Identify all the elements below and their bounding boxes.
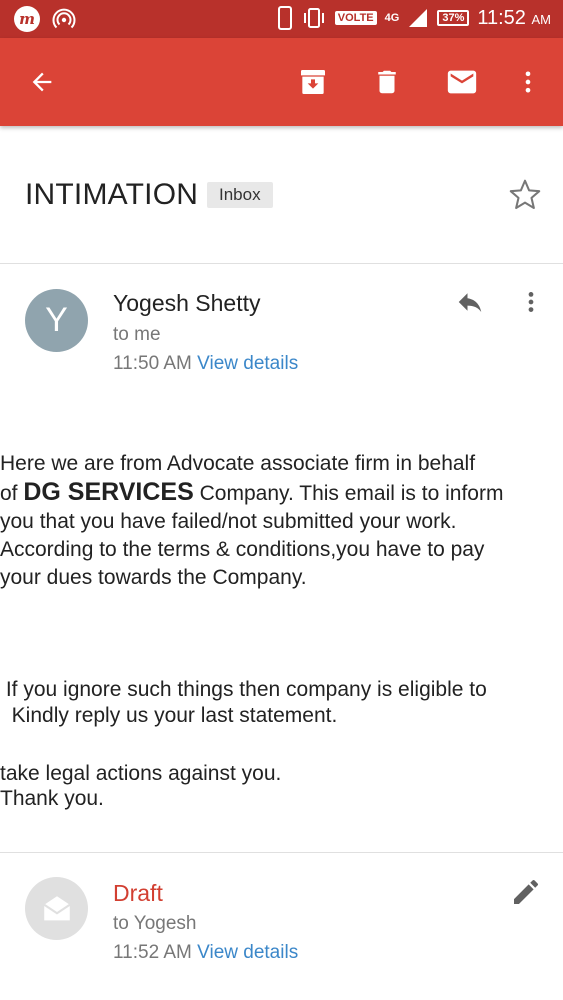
- reply-button[interactable]: [448, 284, 492, 320]
- phone-icon: [277, 6, 292, 30]
- draft-envelope-icon: [43, 895, 70, 920]
- mark-unread-button[interactable]: [440, 60, 484, 104]
- network-type: 4G: [384, 12, 400, 24]
- edit-draft-button[interactable]: [506, 872, 546, 912]
- body-line: According to the terms & conditions,you …: [0, 538, 485, 561]
- body-line: your dues towards the Company.: [0, 566, 307, 589]
- message-time-line: 11:50 AM View details: [113, 353, 298, 375]
- divider: [0, 852, 563, 853]
- message-more-button[interactable]: [516, 284, 546, 320]
- sender-avatar[interactable]: Y: [25, 289, 88, 352]
- more-vert-icon: [525, 71, 531, 93]
- app-notification-icon: m: [14, 6, 40, 32]
- message-signoff: Thank you.: [0, 787, 104, 810]
- reply-icon: [458, 293, 482, 312]
- body-line: you that you have failed/not submitted y…: [0, 510, 457, 533]
- more-vert-icon: [528, 292, 534, 312]
- delete-button[interactable]: [365, 60, 409, 104]
- clock: 11:52 AM: [477, 6, 551, 29]
- vibrate-icon: [303, 8, 324, 28]
- message-body-paragraph-1: Here we are from Advocate associate firm…: [0, 450, 563, 592]
- message-time: 11:50 AM: [113, 353, 192, 374]
- arrow-back-icon: [32, 72, 52, 92]
- sender-name: Yogesh Shetty: [113, 290, 261, 316]
- archive-button[interactable]: [291, 60, 335, 104]
- body-line: take legal actions against you.: [0, 762, 282, 785]
- body-line: If you ignore such things then company i…: [0, 678, 487, 701]
- edit-pencil-icon: [514, 880, 538, 904]
- delete-icon: [378, 70, 396, 94]
- message-body-paragraph-3: Kindly reply us your last statement.: [0, 704, 338, 727]
- draft-time: 11:52 AM: [113, 942, 192, 963]
- more-options-button[interactable]: [506, 60, 550, 104]
- draft-label[interactable]: Draft: [113, 880, 163, 907]
- star-outline-icon: [509, 179, 541, 210]
- recipient-line: to me: [113, 324, 161, 345]
- star-button[interactable]: [506, 176, 544, 214]
- company-name: DG SERVICES: [23, 478, 194, 506]
- signal-icon: [409, 9, 428, 27]
- draft-avatar[interactable]: [25, 877, 88, 940]
- body-line: of DG SERVICES Company. This email is to…: [0, 478, 504, 506]
- hotspot-icon: [52, 8, 76, 29]
- body-line: Here we are from Advocate associate firm…: [0, 452, 476, 475]
- app-toolbar: [0, 38, 563, 126]
- draft-recipient: to Yogesh: [113, 913, 197, 934]
- email-subject: INTIMATION: [25, 178, 199, 211]
- draft-time-line: 11:52 AM View details: [113, 942, 298, 964]
- view-details-link[interactable]: View details: [197, 353, 298, 374]
- inbox-label-chip[interactable]: Inbox: [207, 182, 273, 208]
- archive-icon: [301, 70, 325, 94]
- back-button[interactable]: [20, 60, 64, 104]
- mail-icon: [447, 70, 477, 94]
- battery-indicator: 37%: [437, 10, 470, 26]
- status-bar: m VOLTE 4G 37% 11:52 AM: [0, 0, 563, 38]
- subject-row: INTIMATION Inbox: [0, 126, 563, 264]
- draft-view-details-link[interactable]: View details: [197, 942, 298, 963]
- volte-badge: VOLTE: [334, 11, 377, 25]
